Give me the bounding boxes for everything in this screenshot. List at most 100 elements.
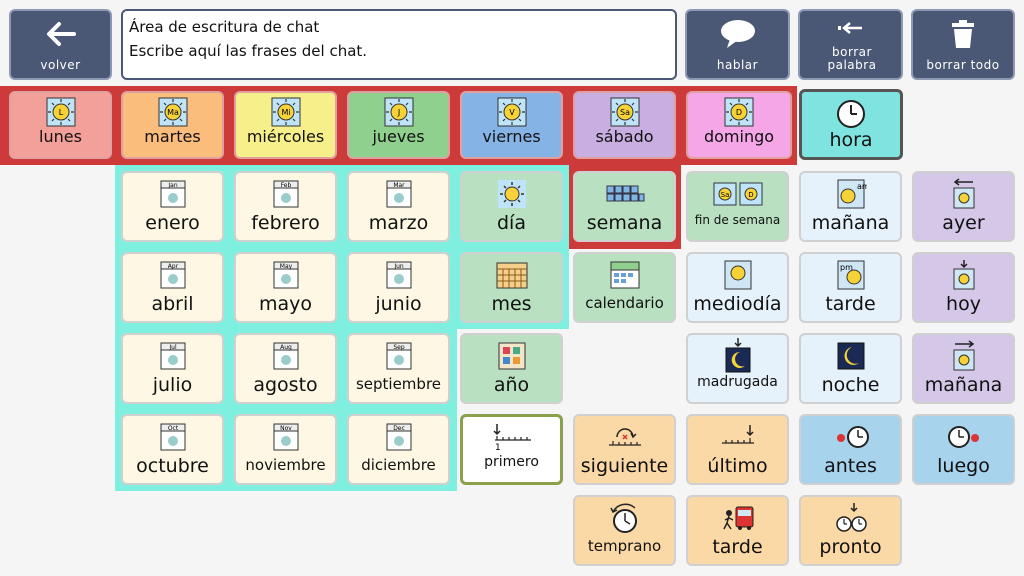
clock-icon bbox=[837, 100, 865, 128]
month-tile[interactable]: Oct octubre bbox=[121, 414, 224, 485]
primero-tile[interactable]: 1 primero bbox=[460, 414, 563, 485]
month-page-icon: Nov bbox=[273, 423, 298, 451]
month-page-icon: Jun bbox=[386, 261, 411, 289]
back-button[interactable]: volver bbox=[9, 9, 112, 80]
month-label: abril bbox=[151, 293, 194, 315]
before-clock-icon bbox=[836, 426, 869, 448]
month-label: noviembre bbox=[245, 456, 326, 474]
dia-tile[interactable]: día bbox=[460, 171, 563, 242]
month-abbr: Jan bbox=[167, 182, 177, 189]
ano-tile[interactable]: año bbox=[460, 333, 563, 404]
mes-label: mes bbox=[491, 293, 532, 315]
sun-icon bbox=[497, 180, 526, 208]
luego-tile[interactable]: luego bbox=[912, 414, 1015, 485]
mes-tile[interactable]: mes bbox=[460, 252, 563, 323]
speak-label: hablar bbox=[716, 58, 759, 72]
hoy-tile[interactable]: hoy bbox=[912, 252, 1015, 323]
weekend-icon: Sa D bbox=[713, 182, 762, 206]
hoy-label: hoy bbox=[946, 293, 981, 315]
morning-sun-icon: am bbox=[837, 179, 867, 209]
pm-text: pm bbox=[840, 263, 853, 272]
day-label: miércoles bbox=[246, 127, 325, 146]
day-label: sábado bbox=[595, 127, 654, 146]
tarde-afternoon-tile[interactable]: pm tarde bbox=[799, 252, 902, 323]
month-calendar-icon bbox=[496, 262, 527, 289]
dia-label: día bbox=[497, 212, 526, 234]
next-icon bbox=[608, 428, 641, 446]
backspace-arrow-icon bbox=[837, 22, 862, 34]
month-tile[interactable]: Jun junio bbox=[347, 252, 450, 323]
month-label: septiembre bbox=[355, 375, 442, 393]
speech-bubble-icon bbox=[720, 20, 755, 48]
afternoon-sun-icon: pm bbox=[837, 260, 864, 290]
day-tile[interactable]: Mi miércoles bbox=[234, 91, 337, 159]
manana-morning-tile[interactable]: am mañana bbox=[799, 171, 902, 242]
day-tile[interactable]: Vviernes bbox=[460, 91, 563, 159]
temprano-label: temprano bbox=[587, 537, 662, 555]
delete-word-button[interactable]: borrar palabra bbox=[798, 9, 903, 80]
month-label: julio bbox=[152, 374, 193, 396]
month-tile[interactable]: Apr abril bbox=[121, 252, 224, 323]
month-tile[interactable]: Mar marzo bbox=[347, 171, 450, 242]
month-tile[interactable]: Jul julio bbox=[121, 333, 224, 404]
calendar-icon bbox=[610, 261, 639, 289]
early-morning-moon-icon bbox=[725, 338, 750, 373]
tarde-afternoon-label: tarde bbox=[825, 293, 876, 315]
month-page-icon: Oct bbox=[160, 423, 185, 451]
sun-day-icon: J bbox=[384, 97, 413, 127]
pronto-label: pronto bbox=[819, 536, 882, 558]
month-label: marzo bbox=[368, 212, 429, 234]
antes-tile[interactable]: antes bbox=[799, 414, 902, 485]
fin-de-semana-tile[interactable]: Sa D fin de semana bbox=[686, 171, 789, 242]
ultimo-tile[interactable]: último bbox=[686, 414, 789, 485]
speak-button[interactable]: hablar bbox=[685, 9, 790, 80]
noche-label: noche bbox=[821, 374, 880, 396]
delete-all-button[interactable]: borrar todo bbox=[911, 9, 1015, 80]
late-bus-icon bbox=[722, 506, 753, 530]
month-label: mayo bbox=[258, 293, 313, 315]
month-label: octubre bbox=[136, 455, 209, 477]
manana-tomorrow-tile[interactable]: mañana bbox=[912, 333, 1015, 404]
madrugada-tile[interactable]: madrugada bbox=[686, 333, 789, 404]
day-abbr: V bbox=[509, 108, 515, 117]
day-tile[interactable]: Ma martes bbox=[121, 91, 224, 159]
mediodia-label: mediodía bbox=[693, 293, 782, 315]
day-tile[interactable]: Ddomingo bbox=[686, 91, 792, 159]
calendario-tile[interactable]: calendario bbox=[573, 252, 676, 323]
month-tile[interactable]: Jan enero bbox=[121, 171, 224, 242]
pronto-tile[interactable]: pronto bbox=[799, 495, 902, 566]
luego-label: luego bbox=[937, 455, 990, 477]
month-tile[interactable]: Aug agosto bbox=[234, 333, 337, 404]
day-tile[interactable]: Sa sábado bbox=[573, 91, 676, 159]
month-tile[interactable]: Feb febrero bbox=[234, 171, 337, 242]
day-label: martes bbox=[144, 127, 201, 146]
chat-writing-area[interactable]: Área de escritura de chat Escribe aquí l… bbox=[121, 9, 677, 80]
antes-label: antes bbox=[824, 455, 877, 477]
ayer-tile[interactable]: ayer bbox=[912, 171, 1015, 242]
mediodia-tile[interactable]: mediodía bbox=[686, 252, 789, 323]
sun-day-icon: L bbox=[46, 97, 75, 127]
tarde-late-tile[interactable]: tarde bbox=[686, 495, 789, 566]
day-tile[interactable]: Llunes bbox=[9, 91, 112, 159]
temprano-tile[interactable]: temprano bbox=[573, 495, 676, 566]
semana-tile[interactable]: semana bbox=[573, 171, 676, 242]
hora-label: hora bbox=[829, 129, 873, 151]
month-page-icon: Jan bbox=[160, 180, 185, 208]
ayer-label: ayer bbox=[942, 212, 985, 234]
month-tile[interactable]: Nov noviembre bbox=[234, 414, 337, 485]
day-label: lunes bbox=[39, 127, 82, 146]
month-tile[interactable]: Sep septiembre bbox=[347, 333, 450, 404]
month-abbr: Aug bbox=[280, 344, 292, 351]
noche-tile[interactable]: noche bbox=[799, 333, 902, 404]
manana-tomorrow-label: mañana bbox=[924, 374, 1003, 396]
hora-tile[interactable]: hora bbox=[799, 89, 903, 160]
month-tile[interactable]: May mayo bbox=[234, 252, 337, 323]
day-abbr: Ma bbox=[167, 108, 179, 117]
year-icon bbox=[498, 342, 525, 370]
siguiente-tile[interactable]: siguiente bbox=[573, 414, 676, 485]
chat-placeholder: Escribe aquí las frases del chat. bbox=[129, 42, 368, 60]
sun-day-icon: D bbox=[724, 97, 754, 127]
ano-label: año bbox=[493, 374, 530, 396]
month-tile[interactable]: Dec diciembre bbox=[347, 414, 450, 485]
day-tile[interactable]: Jjueves bbox=[347, 91, 450, 159]
